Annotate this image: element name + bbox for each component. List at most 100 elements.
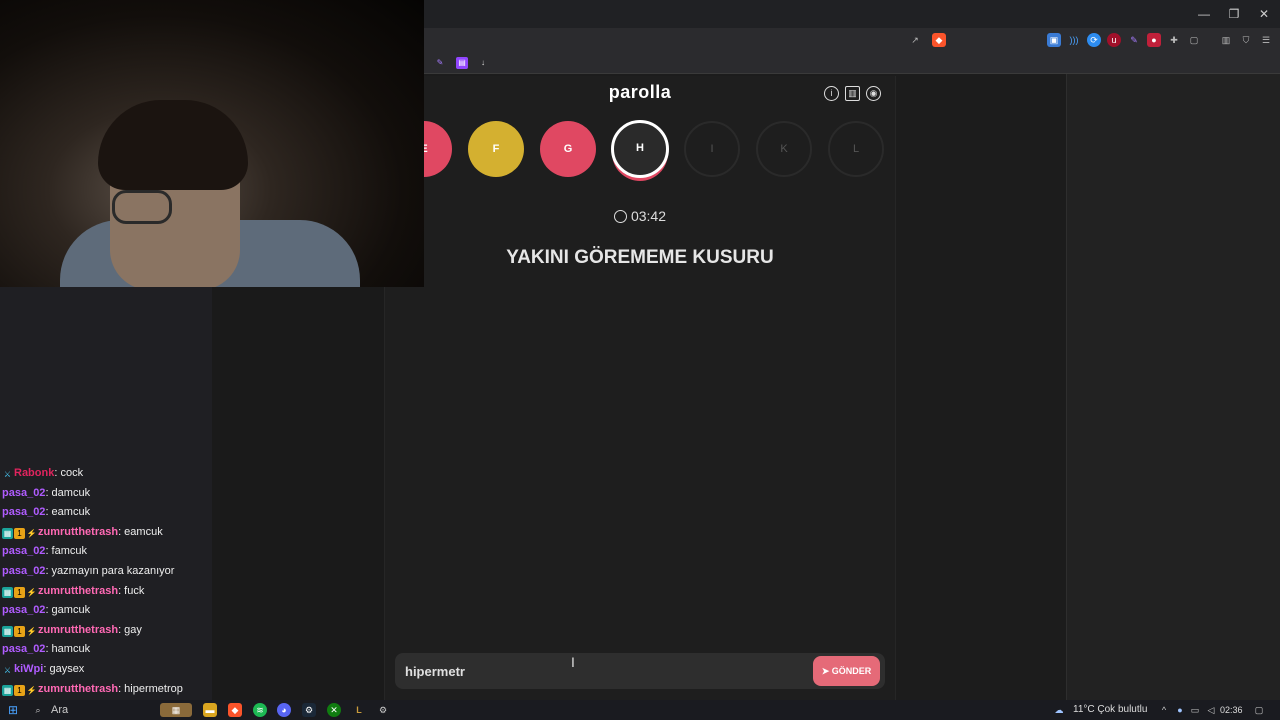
brave-browser-icon[interactable]: ◆ <box>228 703 242 717</box>
chat-message: pasa_02: gamcuk <box>2 603 212 623</box>
bits-badge-icon: ⚡ <box>26 626 37 636</box>
stats-icon[interactable]: ▥ <box>845 86 860 101</box>
webcam-overlay <box>0 0 424 287</box>
bits-badge-icon: ⚡ <box>26 685 37 695</box>
file-explorer-icon[interactable]: ▬ <box>203 703 217 717</box>
chat-username[interactable]: zumrutthetrash <box>38 624 118 636</box>
chat-text: : famcuk <box>45 545 88 558</box>
chat-text: : fuck <box>118 584 145 597</box>
chat-text: : damcuk <box>45 486 91 499</box>
page-right-column <box>1066 74 1280 700</box>
extension-sync-icon[interactable]: ⟳ <box>1087 33 1101 47</box>
xbox-icon[interactable]: ✕ <box>327 703 341 717</box>
screenshot-icon[interactable]: ▢ <box>1187 33 1201 47</box>
chat-text: : eamcuk <box>118 525 163 538</box>
chat-message: pasa_02: famcuk <box>2 544 212 564</box>
send-icon: ➤ <box>821 666 832 676</box>
app-settings-icon[interactable]: ⚙ <box>376 703 390 717</box>
chat-message: ▦ 1 ⚡ zumrutthetrash: hipermetrop <box>2 682 212 702</box>
gift-badge-icon: 1 <box>14 586 25 598</box>
chat-text: : gay <box>118 623 142 636</box>
search-icon[interactable]: ⌕ <box>31 703 45 717</box>
spotify-icon[interactable]: ≋ <box>253 703 267 717</box>
chat-username[interactable]: pasa_02 <box>2 565 45 577</box>
chat-message: ▦ 1 ⚡ zumrutthetrash: gay <box>2 623 212 643</box>
clock-icon <box>613 210 627 223</box>
bits-badge-icon: ⚡ <box>26 587 37 597</box>
menu-icon[interactable]: ☰ <box>1259 33 1273 47</box>
minimize-button[interactable]: — <box>1189 4 1219 24</box>
network-icon[interactable]: ▭ <box>1188 703 1202 717</box>
volume-icon[interactable]: ◁ <box>1204 703 1218 717</box>
extension-red-icon[interactable]: ● <box>1147 33 1161 47</box>
weather-label[interactable]: 11°C Çok bulutlu <box>1073 704 1147 715</box>
answer-input[interactable] <box>405 662 785 680</box>
search-highlight-icon[interactable]: ▦ <box>160 703 192 717</box>
chat-username[interactable]: pasa_02 <box>2 506 45 518</box>
tray-chevron-icon[interactable]: ^ <box>1157 703 1171 717</box>
chat-text: : yazmayın para kazanıyor <box>45 564 175 577</box>
gift-badge-icon: 1 <box>14 684 25 696</box>
chat-username[interactable]: zumrutthetrash <box>38 526 118 538</box>
vpn-shield-icon[interactable]: ⛉ <box>1239 33 1253 47</box>
chat-username[interactable]: Rabonk <box>14 467 54 479</box>
sidebar-icon[interactable]: ▥ <box>1219 33 1233 47</box>
chat-message: pasa_02: eamcuk <box>2 505 212 525</box>
taskbar-search-label[interactable]: Ara <box>51 704 68 716</box>
moderator-badge-icon: ⚔ <box>3 665 12 675</box>
extensions-puzzle-icon[interactable]: ✚ <box>1167 33 1181 47</box>
chat-username[interactable]: zumrutthetrash <box>38 585 118 597</box>
chat-username[interactable]: kiWpi <box>14 663 43 675</box>
taskbar-clock[interactable]: 02:36 <box>1220 705 1243 715</box>
chat-list: ⚔ Rabonk: cock pasa_02: damcuk pasa_02: eam… <box>2 466 212 701</box>
timer-value: 03:42 <box>630 208 667 224</box>
gift-badge-icon: 1 <box>14 625 25 637</box>
tray-app-icon[interactable]: ● <box>1173 703 1187 717</box>
chat-username[interactable]: zumrutthetrash <box>38 683 118 695</box>
chat-message: pasa_02: yazmayın para kazanıyor <box>2 564 212 584</box>
bookmark-pin-icon[interactable]: ↓ <box>477 57 489 69</box>
chat-message: pasa_02: hamcuk <box>2 642 212 662</box>
question-text: YAKINI GÖREMEME KUSURU <box>506 247 774 268</box>
steam-icon[interactable]: ⚙ <box>302 703 316 717</box>
chat-message: ▦ 1 ⚡ zumrutthetrash: fuck <box>2 584 212 604</box>
chat-message: pasa_02: damcuk <box>2 486 212 506</box>
profile-icon[interactable]: ◉ <box>866 86 881 101</box>
subscriber-badge-icon: ▦ <box>2 527 13 539</box>
brave-shield-icon[interactable]: ◆ <box>932 33 946 47</box>
discord-icon[interactable]: ◕ <box>277 703 291 717</box>
chat-username[interactable]: pasa_02 <box>2 487 45 499</box>
timer: 03:42 <box>384 208 896 224</box>
ublock-icon[interactable]: u <box>1107 33 1121 47</box>
moderator-badge-icon: ⚔ <box>3 470 12 479</box>
chat-text: : cock <box>54 467 84 479</box>
extension-audio-icon[interactable]: ))) <box>1067 33 1081 47</box>
page-title: parolla <box>608 82 672 102</box>
chat-text: : gaysex <box>43 662 85 675</box>
send-button[interactable]: ➤ GÖNDER <box>813 656 880 686</box>
extension-image-icon[interactable]: ▣ <box>1047 33 1061 47</box>
chat-message: ⚔ Rabonk: cock <box>2 466 212 486</box>
league-client-icon[interactable]: L <box>352 703 366 717</box>
chat-text: : gamcuk <box>45 604 91 617</box>
bookmark-twitch-icon[interactable]: ▤ <box>456 57 468 69</box>
chat-username[interactable]: pasa_02 <box>2 545 45 557</box>
send-label: GÖNDER <box>831 666 872 676</box>
extension-feather-icon[interactable]: ✎ <box>1127 33 1141 47</box>
info-icon[interactable]: i <box>824 86 839 101</box>
letter-g: G <box>540 121 596 177</box>
chat-username[interactable]: pasa_02 <box>2 643 45 655</box>
chat-username[interactable]: pasa_02 <box>2 604 45 616</box>
subscriber-badge-icon: ▦ <box>2 625 13 637</box>
share-icon[interactable]: ↗ <box>908 33 922 47</box>
subscriber-badge-icon: ▦ <box>2 586 13 598</box>
letter-f: F <box>468 121 524 177</box>
restore-button[interactable]: ❐ <box>1219 4 1249 24</box>
close-button[interactable]: ✕ <box>1249 4 1279 24</box>
bookmark-feather-icon[interactable]: ✎ <box>434 57 446 69</box>
letter-l: L <box>828 121 884 177</box>
letter-k: K <box>756 121 812 177</box>
windows-start-icon[interactable]: ⊞ <box>6 703 20 717</box>
notification-icon[interactable]: ▢ <box>1252 703 1266 717</box>
chat-text: : hipermetrop <box>118 682 183 695</box>
